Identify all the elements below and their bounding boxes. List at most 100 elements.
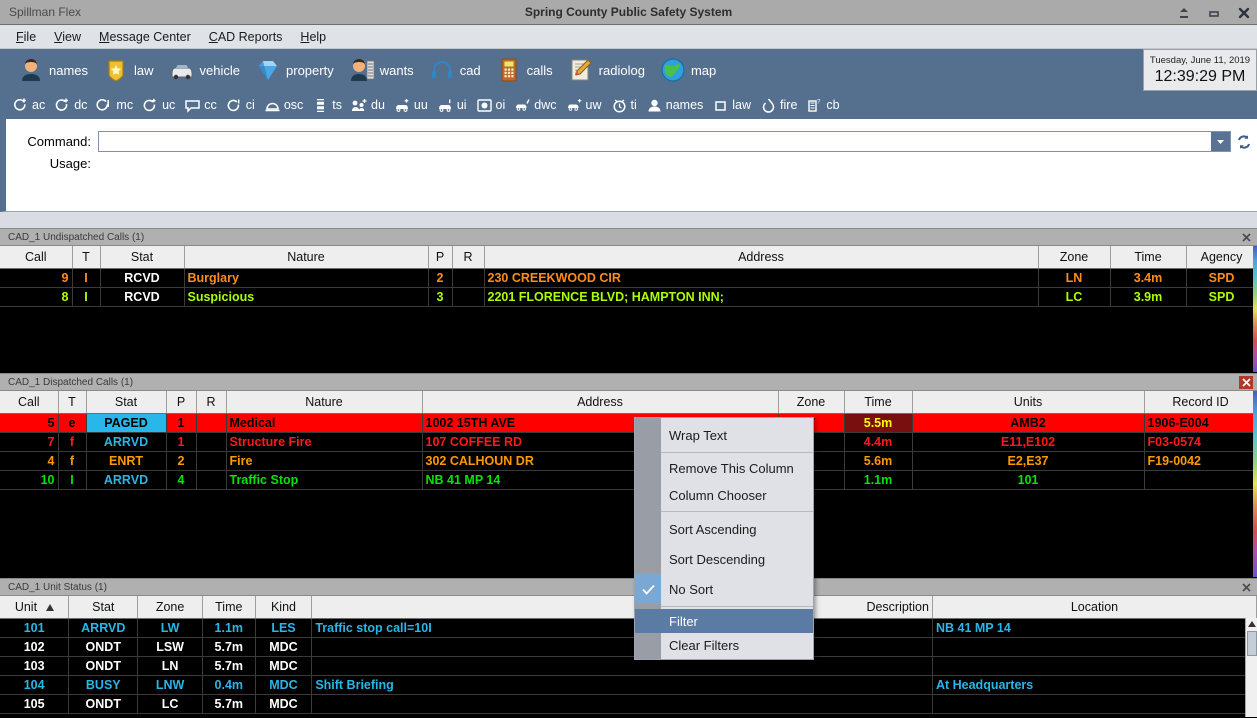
context-menu-item-filter[interactable]: Filter [635,609,813,633]
subtool-du[interactable]: du [347,96,389,115]
undispatched-header-row: Call T Stat Nature P R Address Zone Time… [0,246,1257,268]
col-header-nature[interactable]: Nature [226,391,422,413]
subtool-uc[interactable]: uc [138,96,179,115]
chevron-down-icon[interactable] [1211,132,1230,151]
table-row[interactable]: 102 ONDT LSW 5.7m MDC [0,637,1257,656]
refresh-icon[interactable] [1231,131,1257,152]
table-row[interactable]: 103 ONDT LN 5.7m MDC [0,656,1257,675]
subtool-fire[interactable]: fire [756,96,801,115]
toolbar-button-radiolog[interactable]: radiolog [562,55,651,85]
toolbar-button-map[interactable]: map [654,55,722,85]
menu-cad-reports[interactable]: CAD Reports [201,27,291,47]
subtool-dwc[interactable]: dwc [510,96,560,115]
col-header-t[interactable]: T [72,246,100,268]
close-icon[interactable] [1239,231,1253,244]
table-row[interactable]: 105 ONDT LC 5.7m MDC [0,694,1257,713]
subtool-ac[interactable]: ac [8,96,49,115]
context-menu-item-sort-descending[interactable]: Sort Descending [635,544,813,574]
context-menu-item-clear-filters[interactable]: Clear Filters [635,633,813,657]
subtool-law[interactable]: law [708,96,755,115]
toolbar-button-names[interactable]: names [12,55,94,85]
unit-status-vertical-scrollbar[interactable] [1245,618,1257,717]
subtool-osc[interactable]: osc [260,96,307,115]
subtool-names[interactable]: names [642,96,708,115]
col-header-r[interactable]: R [452,246,484,268]
subtool-ui[interactable]: ui [433,96,471,115]
cell-stat: RCVD [100,268,184,287]
close-icon[interactable] [1237,6,1251,20]
command-input[interactable] [99,132,1211,151]
table-row[interactable]: 104 BUSY LNW 0.4m MDC Shift Briefing At … [0,675,1257,694]
subtool-cb[interactable]: ? cb [802,96,843,115]
col-header-p[interactable]: P [166,391,196,413]
cell-stat: ENRT [86,451,166,470]
toolbar-button-property[interactable]: property [249,55,340,85]
col-header-r[interactable]: R [196,391,226,413]
menu-message-center[interactable]: Message Center [91,27,199,47]
col-header-description[interactable]: Description [312,596,933,618]
col-header-t[interactable]: T [58,391,86,413]
col-header-address[interactable]: Address [422,391,778,413]
col-header-nature[interactable]: Nature [184,246,428,268]
subtool-cc[interactable]: cc [180,96,221,115]
toolbar-button-wants[interactable]: wants [343,55,420,85]
table-row[interactable]: 7 f ARRVD 1 Structure Fire 107 COFFEE RD… [0,432,1257,451]
toolbar-button-vehicle[interactable]: vehicle [163,55,246,85]
toolbar-button-cad[interactable]: cad [423,55,487,85]
col-header-time[interactable]: Time [1110,246,1186,268]
subtool-mc[interactable]: mc [92,96,137,115]
toolbar-button-calls[interactable]: calls [490,55,559,85]
table-row[interactable]: 4 f ENRT 2 Fire 302 CALHOUN DR 5.6m E2,E… [0,451,1257,470]
close-icon[interactable] [1239,581,1253,594]
col-header-stat[interactable]: Stat [86,391,166,413]
col-header-agency[interactable]: Agency [1186,246,1257,268]
col-header-units[interactable]: Units [912,391,1144,413]
col-header-zone[interactable]: Zone [778,391,844,413]
context-menu-item-sort-ascending[interactable]: Sort Ascending [635,514,813,544]
context-menu-item-column-chooser[interactable]: Column Chooser [635,482,813,509]
col-header-location[interactable]: Location [932,596,1256,618]
minimize-icon[interactable] [1207,6,1221,20]
toolbar-button-law[interactable]: law [97,55,160,85]
col-header-stat[interactable]: Stat [69,596,138,618]
table-row[interactable]: 101 ARRVD LW 1.1m LES Traffic stop call=… [0,618,1257,637]
table-row[interactable]: 5 e PAGED 1 Medical 1002 15TH AVE T 5.5m… [0,413,1257,432]
table-row[interactable]: 9 I RCVD Burglary 2 230 CREEKWOOD CIR LN… [0,268,1257,287]
col-header-zone[interactable]: Zone [138,596,203,618]
cell-unit: 104 [0,675,69,694]
scroll-up-icon[interactable] [1246,618,1257,630]
col-header-record-id[interactable]: Record ID [1144,391,1257,413]
col-header-time[interactable]: Time [202,596,255,618]
scroll-thumb[interactable] [1247,631,1257,656]
subtool-dc[interactable]: dc [50,96,91,115]
subtool-oi[interactable]: oi [472,96,510,115]
toolbar-label: property [286,63,334,78]
context-menu-item-remove-this-column[interactable]: Remove This Column [635,455,813,482]
table-row[interactable]: 8 I RCVD Suspicious 3 2201 FLORENCE BLVD… [0,287,1257,306]
context-menu-item-wrap-text[interactable]: Wrap Text [635,420,813,450]
cell-time: 3.9m [1110,287,1186,306]
subtool-uu[interactable]: uu [390,96,432,115]
col-header-call[interactable]: Call [0,246,72,268]
col-header-zone[interactable]: Zone [1038,246,1110,268]
col-header-address[interactable]: Address [484,246,1038,268]
col-header-p[interactable]: P [428,246,452,268]
subtool-ti[interactable]: ti [607,96,641,115]
subtool-ci[interactable]: ci [222,96,259,115]
command-input-combo[interactable] [98,131,1231,152]
col-header-unit[interactable]: Unit [0,596,69,618]
col-header-kind[interactable]: Kind [255,596,312,618]
restore-icon[interactable] [1177,6,1191,20]
context-menu-item-no-sort[interactable]: No Sort [635,574,813,604]
table-row[interactable]: 10 I ARRVD 4 Traffic Stop NB 41 MP 14 1.… [0,470,1257,489]
menu-file[interactable]: File [8,27,44,47]
subtool-ts[interactable]: ts [308,96,346,115]
col-header-call[interactable]: Call [0,391,58,413]
menu-help[interactable]: Help [292,27,334,47]
menu-view[interactable]: View [46,27,89,47]
subtool-uw[interactable]: uw [562,96,606,115]
cell-time: 5.7m [202,637,255,656]
close-icon[interactable] [1239,376,1253,389]
col-header-stat[interactable]: Stat [100,246,184,268]
col-header-time[interactable]: Time [844,391,912,413]
